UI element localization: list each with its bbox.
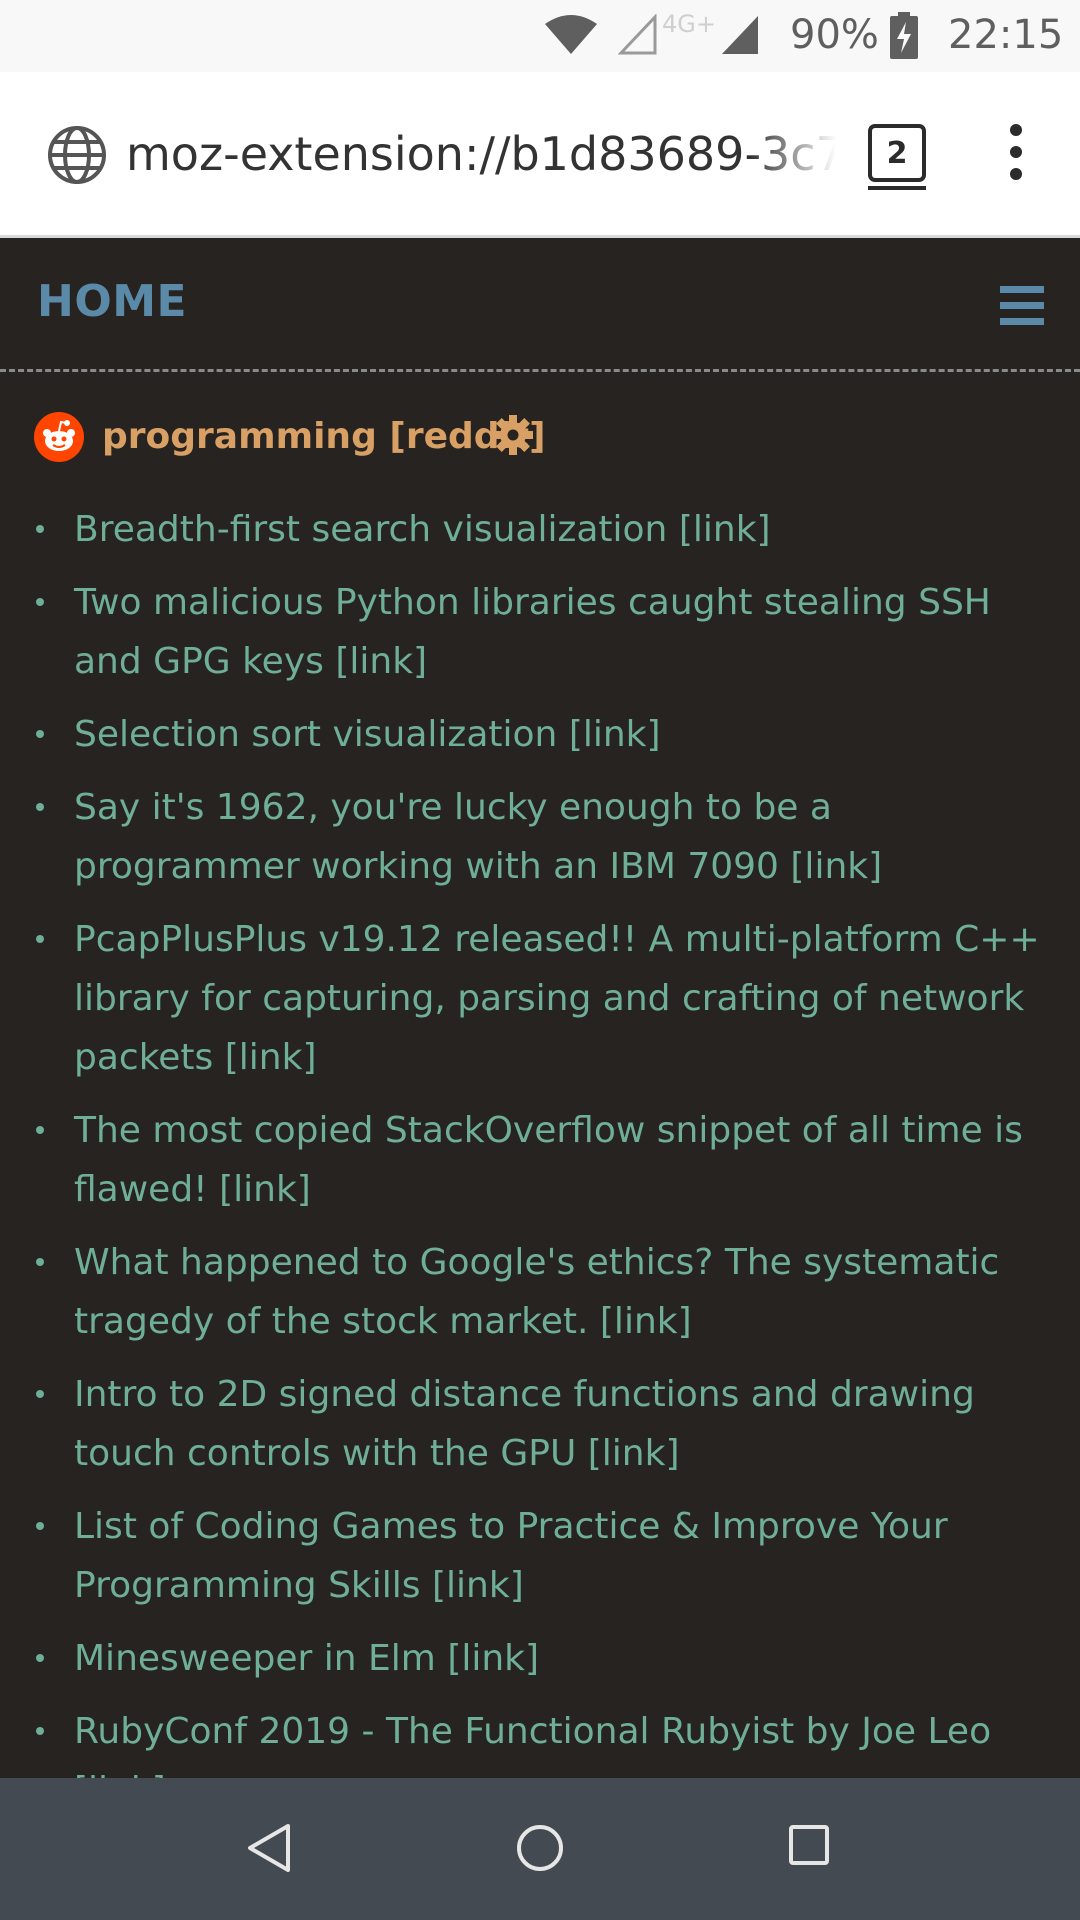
page-content: HOME programming [reddit] Breadth-first … xyxy=(0,238,1080,1778)
tab-count-underline xyxy=(868,186,926,190)
list-item: List of Coding Games to Practice & Impro… xyxy=(0,1497,1080,1615)
link-title[interactable]: Say it's 1962, you're lucky enough to be… xyxy=(74,787,832,887)
list-item: Say it's 1962, you're lucky enough to be… xyxy=(0,778,1080,896)
link-tag[interactable]: [link] xyxy=(569,714,661,755)
url-field[interactable]: moz-extension://b1d83689-3c75- xyxy=(126,127,836,181)
list-item: What happened to Google's ethics? The sy… xyxy=(0,1233,1080,1351)
tab-count-button[interactable]: 2 xyxy=(868,124,926,182)
list-item: Two malicious Python libraries caught st… xyxy=(0,573,1080,691)
link-title[interactable]: RubyConf 2019 - The Functional Rubyist b… xyxy=(74,1711,991,1752)
bullet xyxy=(36,598,44,606)
list-item: The most copied StackOverflow snippet of… xyxy=(0,1101,1080,1219)
back-icon[interactable] xyxy=(244,1822,294,1878)
bullet xyxy=(36,525,44,533)
recents-icon[interactable] xyxy=(786,1822,832,1872)
link-tag[interactable]: [link] xyxy=(432,1565,524,1606)
system-nav-bar xyxy=(0,1778,1080,1920)
link-tag[interactable]: [link] xyxy=(335,641,427,682)
gear-icon[interactable] xyxy=(492,414,534,460)
cell-signal-full-icon xyxy=(720,14,760,60)
globe-icon[interactable] xyxy=(46,124,108,190)
wifi-icon xyxy=(543,14,599,60)
list-item: Intro to 2D signed distance functions an… xyxy=(0,1365,1080,1483)
link-tag[interactable]: [link] xyxy=(600,1301,692,1342)
link-tag[interactable]: [link] xyxy=(74,1770,166,1778)
list-item: PcapPlusPlus v19.12 released!! A multi-p… xyxy=(0,910,1080,1087)
link-title[interactable]: PcapPlusPlus v19.12 released!! A multi-p… xyxy=(74,919,1040,1078)
link-title[interactable]: What happened to Google's ethics? The sy… xyxy=(74,1242,999,1342)
home-icon[interactable] xyxy=(514,1822,566,1878)
home-link[interactable]: HOME xyxy=(37,276,187,327)
status-bar: 4G+ 90% 22:15 xyxy=(0,0,1080,72)
link-title[interactable]: Intro to 2D signed distance functions an… xyxy=(74,1374,975,1474)
link-title[interactable]: Breadth-first search visualization xyxy=(74,509,667,550)
overflow-menu-icon[interactable] xyxy=(996,122,1036,186)
list-item: Selection sort visualization [link] xyxy=(0,705,1080,764)
home-header: HOME xyxy=(0,238,1080,372)
feed-title[interactable]: programming [reddit] xyxy=(102,416,546,457)
feed-link-list: Breadth-first search visualization [link… xyxy=(0,500,1080,1778)
bullet xyxy=(36,1727,44,1735)
status-time: 22:15 xyxy=(948,12,1064,58)
bullet xyxy=(36,1126,44,1134)
link-title[interactable]: The most copied StackOverflow snippet of… xyxy=(74,1110,1023,1210)
hamburger-menu-icon[interactable] xyxy=(1000,286,1044,330)
bullet xyxy=(36,803,44,811)
list-item: Breadth-first search visualization [link… xyxy=(0,500,1080,559)
link-tag[interactable]: [link] xyxy=(679,509,771,550)
network-type-label: 4G+ xyxy=(662,10,716,38)
link-tag[interactable]: [link] xyxy=(447,1638,539,1679)
browser-toolbar: moz-extension://b1d83689-3c75- 2 xyxy=(0,72,1080,238)
battery-charging-icon xyxy=(889,12,919,64)
bullet xyxy=(36,1390,44,1398)
list-item: RubyConf 2019 - The Functional Rubyist b… xyxy=(0,1702,1080,1778)
bullet xyxy=(36,1258,44,1266)
bullet xyxy=(36,730,44,738)
bullet xyxy=(36,935,44,943)
link-title[interactable]: Minesweeper in Elm xyxy=(74,1638,436,1679)
link-title[interactable]: Two malicious Python libraries caught st… xyxy=(74,582,991,682)
link-tag[interactable]: [link] xyxy=(219,1169,311,1210)
battery-percent: 90% xyxy=(790,12,879,58)
reddit-icon xyxy=(34,412,84,466)
bullet xyxy=(36,1654,44,1662)
bullet xyxy=(36,1522,44,1530)
link-tag[interactable]: [link] xyxy=(790,846,882,887)
list-item: Minesweeper in Elm [link] xyxy=(0,1629,1080,1688)
link-title[interactable]: Selection sort visualization xyxy=(74,714,557,755)
link-tag[interactable]: [link] xyxy=(588,1433,680,1474)
link-tag[interactable]: [link] xyxy=(225,1037,317,1078)
cell-signal-empty-icon xyxy=(617,13,658,60)
